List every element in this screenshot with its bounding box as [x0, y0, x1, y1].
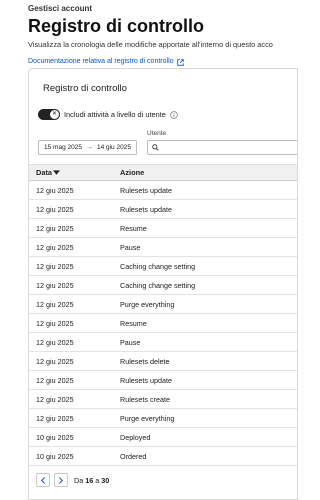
table-row[interactable]: 12 giu 2025 Resume — [29, 314, 297, 333]
next-page-button[interactable] — [54, 473, 68, 487]
row-date: 12 giu 2025 — [36, 242, 74, 252]
documentation-link-label: Documentazione relativa al registro di c… — [28, 58, 174, 65]
row-date: 12 giu 2025 — [36, 394, 74, 404]
row-action: Pause — [120, 337, 141, 347]
pagination-to: 30 — [101, 475, 110, 485]
pagination-prefix: Da — [74, 475, 84, 485]
external-link-icon — [176, 58, 184, 66]
row-action: Caching change setting — [120, 280, 196, 290]
row-action: Resume — [120, 318, 147, 328]
table-row[interactable]: 10 giu 2025 Deployed — [29, 428, 297, 447]
table-row[interactable]: 12 giu 2025 Rulesets delete — [29, 352, 297, 371]
row-action: Ordered — [120, 451, 147, 461]
pagination-from: 16 — [85, 475, 94, 485]
table-row[interactable]: 12 giu 2025 Pause — [29, 333, 297, 352]
table-row[interactable]: 12 giu 2025 Rulesets update — [29, 181, 297, 200]
table-row[interactable]: 12 giu 2025 Pause — [29, 238, 297, 257]
row-action: Rulesets create — [120, 394, 170, 404]
table-row[interactable]: 10 giu 2025 Ordered — [29, 447, 297, 466]
column-header-date-label: Data — [36, 168, 53, 177]
table-row[interactable]: 12 giu 2025 Rulesets create — [29, 390, 297, 409]
row-action: Rulesets update — [120, 204, 172, 214]
chevron-left-icon — [40, 476, 46, 484]
row-date: 12 giu 2025 — [36, 280, 74, 290]
table-header: Data Azione — [29, 164, 297, 181]
audit-log-card: Registro di controllo ✕ Includi attività… — [28, 68, 298, 500]
breadcrumb[interactable]: Gestisci account — [28, 4, 282, 14]
row-date: 10 giu 2025 — [36, 432, 74, 442]
user-activity-toggle-row: ✕ Includi attività a livello di utente — [38, 109, 178, 120]
pagination: Da 16 a 30 — [36, 473, 109, 487]
date-from: 15 mag 2025 — [44, 144, 82, 151]
row-action: Purge everything — [120, 299, 175, 309]
row-date: 12 giu 2025 — [36, 299, 74, 309]
column-header-date[interactable]: Data — [29, 168, 120, 177]
row-action: Caching change setting — [120, 261, 196, 271]
table-row[interactable]: 12 giu 2025 Purge everything — [29, 409, 297, 428]
toggle-off-icon: ✕ — [51, 111, 58, 117]
row-date: 12 giu 2025 — [36, 185, 74, 195]
search-icon — [152, 144, 159, 151]
row-date: 12 giu 2025 — [36, 318, 74, 328]
row-action: Rulesets update — [120, 185, 172, 195]
user-search-input[interactable] — [162, 144, 297, 151]
table-row[interactable]: 12 giu 2025 Rulesets update — [29, 200, 297, 219]
audit-log-table: Data Azione 12 giu 2025 Rulesets update 12… — [29, 164, 297, 466]
row-date: 12 giu 2025 — [36, 413, 74, 423]
row-date: 12 giu 2025 — [36, 375, 74, 385]
table-row[interactable]: 12 giu 2025 Resume — [29, 219, 297, 238]
row-action: Purge everything — [120, 413, 175, 423]
user-search-field[interactable] — [147, 140, 297, 155]
previous-page-button[interactable] — [36, 473, 50, 487]
chevron-right-icon — [58, 476, 64, 484]
info-icon[interactable] — [170, 110, 178, 119]
documentation-link[interactable]: Documentazione relativa al registro di c… — [28, 57, 184, 67]
page-description: Visualizza la cronologia delle modifiche… — [28, 40, 273, 49]
column-header-action: Azione — [120, 168, 145, 177]
user-field-label: Utente — [147, 130, 167, 137]
row-action: Pause — [120, 242, 141, 252]
table-row[interactable]: 12 giu 2025 Purge everything — [29, 295, 297, 314]
date-to: 14 giu 2025 — [96, 144, 131, 151]
user-activity-toggle[interactable]: ✕ — [38, 109, 60, 120]
row-date: 12 giu 2025 — [36, 261, 74, 271]
pagination-info: Da 16 a 30 — [74, 476, 109, 485]
row-date: 12 giu 2025 — [36, 337, 74, 347]
arrow-right-icon: → — [85, 144, 93, 151]
pagination-separator: a — [95, 475, 100, 485]
row-date: 12 giu 2025 — [36, 223, 74, 233]
table-row[interactable]: 12 giu 2025 Caching change setting — [29, 257, 297, 276]
row-action: Resume — [120, 223, 147, 233]
page-header: Gestisci account Registro di controllo V… — [28, 0, 282, 68]
row-date: 10 giu 2025 — [36, 451, 74, 461]
table-row[interactable]: 12 giu 2025 Caching change setting — [29, 276, 297, 295]
page-title: Registro di controllo — [28, 16, 205, 36]
row-date: 12 giu 2025 — [36, 204, 74, 214]
card-title: Registro di controllo — [43, 83, 127, 94]
row-date: 12 giu 2025 — [36, 356, 74, 366]
user-activity-toggle-label: Includi attività a livello di utente — [64, 110, 166, 119]
table-body: 12 giu 2025 Rulesets update 12 giu 2025 Rul… — [29, 181, 297, 466]
table-row[interactable]: 12 giu 2025 Rulesets update — [29, 371, 297, 390]
row-action: Rulesets delete — [120, 356, 170, 366]
row-action: Deployed — [120, 432, 151, 442]
sort-down-icon — [53, 170, 61, 175]
row-action: Rulesets update — [120, 375, 172, 385]
date-range-picker[interactable]: 15 mag 2025 → 14 giu 2025 — [38, 140, 137, 155]
